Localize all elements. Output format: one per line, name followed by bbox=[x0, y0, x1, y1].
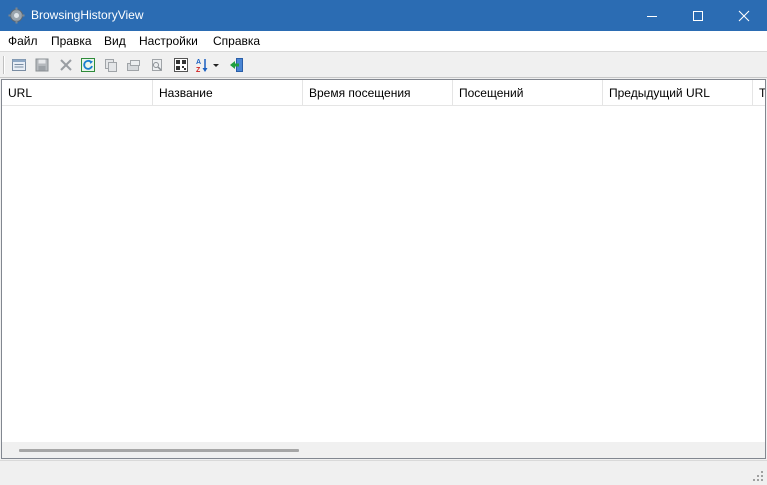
sort-button[interactable]: A Z bbox=[194, 55, 222, 75]
html-report-button[interactable] bbox=[171, 55, 191, 75]
export-icon bbox=[127, 60, 140, 71]
refresh-button[interactable] bbox=[78, 55, 98, 75]
find-icon bbox=[152, 59, 162, 71]
copy-button[interactable] bbox=[101, 55, 121, 75]
sort-icon: A Z bbox=[196, 59, 219, 73]
toolbar-grip bbox=[3, 56, 5, 74]
properties-button[interactable] bbox=[9, 55, 29, 75]
gear-icon bbox=[8, 7, 25, 24]
refresh-icon bbox=[81, 58, 95, 72]
save-icon bbox=[35, 58, 49, 72]
svg-text:A: A bbox=[196, 59, 201, 66]
list-body[interactable] bbox=[2, 106, 765, 442]
toolbar: A Z bbox=[0, 51, 767, 78]
maximize-button[interactable] bbox=[675, 0, 721, 31]
menu-options[interactable]: Настройки bbox=[139, 34, 198, 48]
column-header-title[interactable]: Название bbox=[153, 80, 303, 105]
scrollbar-thumb[interactable] bbox=[19, 449, 299, 452]
properties-icon bbox=[12, 59, 26, 71]
find-button[interactable] bbox=[147, 55, 167, 75]
list-header: URL Название Время посещения Посещений П… bbox=[2, 80, 765, 106]
column-header-url[interactable]: URL bbox=[2, 80, 153, 105]
column-header-visit-time[interactable]: Время посещения bbox=[303, 80, 453, 105]
menu-view[interactable]: Вид bbox=[104, 34, 126, 48]
minimize-icon bbox=[647, 15, 657, 17]
delete-button[interactable] bbox=[56, 55, 76, 75]
status-bar bbox=[0, 460, 767, 485]
svg-text:Z: Z bbox=[196, 67, 201, 73]
title-bar: BrowsingHistoryView bbox=[0, 0, 767, 31]
menu-bar: Файл Правка Вид Настройки Справка bbox=[0, 31, 767, 51]
maximize-icon bbox=[693, 10, 703, 21]
column-header-type[interactable]: Т bbox=[753, 80, 765, 105]
column-header-visit-count[interactable]: Посещений bbox=[453, 80, 603, 105]
save-button[interactable] bbox=[32, 55, 52, 75]
copy-icon bbox=[105, 59, 117, 72]
close-icon bbox=[738, 10, 750, 21]
exit-button[interactable] bbox=[227, 55, 247, 75]
delete-icon bbox=[60, 59, 72, 71]
menu-file[interactable]: Файл bbox=[8, 34, 38, 48]
menu-edit[interactable]: Правка bbox=[51, 34, 92, 48]
minimize-button[interactable] bbox=[629, 0, 675, 31]
menu-help[interactable]: Справка bbox=[213, 34, 260, 48]
window-title: BrowsingHistoryView bbox=[31, 8, 144, 22]
html-report-icon bbox=[174, 58, 188, 72]
close-button[interactable] bbox=[721, 0, 767, 31]
history-list[interactable]: URL Название Время посещения Посещений П… bbox=[1, 79, 766, 459]
horizontal-scrollbar[interactable] bbox=[2, 442, 765, 458]
exit-icon bbox=[230, 58, 243, 72]
column-header-referrer-url[interactable]: Предыдущий URL bbox=[603, 80, 753, 105]
resize-grip-icon[interactable] bbox=[752, 470, 764, 482]
export-button[interactable] bbox=[124, 55, 144, 75]
